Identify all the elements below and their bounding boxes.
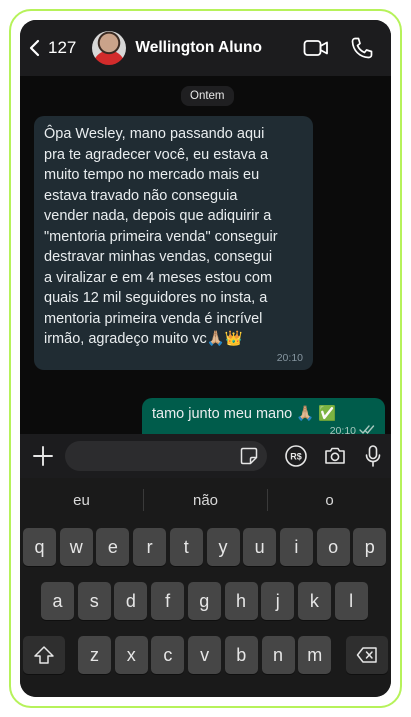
- voice-call-button[interactable]: [349, 35, 375, 61]
- key-p[interactable]: p: [353, 528, 387, 566]
- shift-icon: [34, 646, 54, 664]
- phone-screen: 127 Wellington Aluno Ontem Ôpa Wesley, m…: [20, 20, 391, 697]
- suggestion-item[interactable]: não: [144, 492, 267, 509]
- composer-bar: R$: [20, 434, 391, 478]
- message-list[interactable]: Ontem Ôpa Wesley, mano passando aqui pra…: [20, 76, 391, 445]
- payment-icon[interactable]: R$: [284, 444, 308, 468]
- svg-text:R$: R$: [290, 452, 302, 462]
- back-button[interactable]: 127: [26, 38, 76, 58]
- keyboard: eu não o qwertyuiopasdfghjklzxcvbnm: [20, 478, 391, 697]
- date-divider: Ontem: [181, 86, 234, 106]
- key-u[interactable]: u: [243, 528, 277, 566]
- key-s[interactable]: s: [77, 582, 111, 620]
- key-g[interactable]: g: [187, 582, 221, 620]
- backspace-key[interactable]: [346, 636, 388, 674]
- key-a[interactable]: a: [41, 582, 74, 620]
- microphone-icon[interactable]: [361, 444, 385, 468]
- key-o[interactable]: o: [316, 528, 350, 566]
- shift-key[interactable]: [23, 636, 65, 674]
- plus-icon[interactable]: [32, 445, 54, 467]
- key-l[interactable]: l: [334, 582, 368, 620]
- incoming-message-time: 20:10: [276, 352, 303, 364]
- key-q[interactable]: q: [23, 528, 56, 566]
- incoming-message[interactable]: Ôpa Wesley, mano passando aqui pra te ag…: [34, 116, 313, 370]
- video-camera-icon: [303, 40, 328, 56]
- key-i[interactable]: i: [279, 528, 313, 566]
- message-input[interactable]: [65, 441, 267, 471]
- suggestion-item[interactable]: o: [268, 492, 391, 509]
- camera-icon[interactable]: [323, 444, 347, 468]
- key-k[interactable]: k: [297, 582, 331, 620]
- key-h[interactable]: h: [224, 582, 258, 620]
- key-x[interactable]: x: [114, 636, 148, 674]
- key-y[interactable]: y: [206, 528, 240, 566]
- key-v[interactable]: v: [188, 636, 222, 674]
- key-z[interactable]: z: [78, 636, 111, 674]
- outgoing-message-text: tamo junto meu mano 🙏🏼 ✅: [152, 406, 337, 422]
- key-m[interactable]: m: [298, 636, 332, 674]
- key-r[interactable]: r: [133, 528, 167, 566]
- incoming-message-text: Ôpa Wesley, mano passando aqui pra te ag…: [44, 126, 278, 347]
- video-call-button[interactable]: [303, 35, 329, 61]
- key-f[interactable]: f: [151, 582, 185, 620]
- chevron-left-icon: [29, 39, 40, 57]
- key-e[interactable]: e: [96, 528, 130, 566]
- key-b[interactable]: b: [224, 636, 258, 674]
- sticker-icon[interactable]: [239, 446, 259, 466]
- chat-header: 127 Wellington Aluno: [20, 20, 391, 76]
- phone-icon: [351, 37, 373, 59]
- key-n[interactable]: n: [261, 636, 295, 674]
- contact-avatar[interactable]: [92, 31, 127, 65]
- key-w[interactable]: w: [59, 528, 93, 566]
- backspace-icon: [356, 647, 377, 663]
- suggestion-bar: eu não o: [20, 478, 391, 522]
- key-t[interactable]: t: [169, 528, 203, 566]
- contact-name[interactable]: Wellington Aluno: [135, 39, 303, 57]
- unread-count: 127: [48, 38, 77, 57]
- suggestion-item[interactable]: eu: [20, 492, 143, 509]
- key-j[interactable]: j: [261, 582, 295, 620]
- key-c[interactable]: c: [151, 636, 185, 674]
- key-d[interactable]: d: [114, 582, 148, 620]
